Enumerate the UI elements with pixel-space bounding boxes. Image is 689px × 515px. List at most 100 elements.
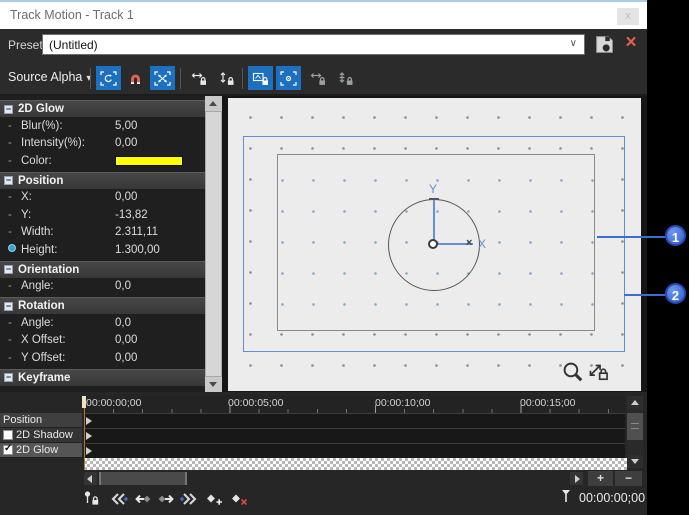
lock-vertical-aspect-button[interactable] — [214, 66, 239, 90]
property-value[interactable]: 0,00 — [115, 334, 137, 346]
sync-cursor-button[interactable] — [82, 490, 104, 508]
close-window-button[interactable]: x — [617, 8, 639, 25]
time-ruler[interactable]: 00:00:00;0000:00:05;0000:00:10;0000:00:1… — [84, 396, 625, 413]
property-row[interactable]: Angle: 0,0 — [0, 314, 205, 332]
scrollbar-thumb[interactable] — [205, 111, 222, 377]
property-row[interactable]: X Offset: 0,00 — [0, 332, 205, 350]
track-enable-checkbox[interactable] — [3, 445, 13, 455]
timeline-track-label[interactable]: Position — [0, 413, 82, 428]
scroll-down-button[interactable] — [205, 377, 222, 392]
property-row[interactable]: 2D Glow — [0, 100, 205, 117]
property-row[interactable]: Height: 1.300,00 — [0, 241, 205, 259]
keyframe-marker-icon[interactable] — [86, 417, 92, 425]
collapse-icon[interactable] — [4, 265, 13, 274]
property-row[interactable]: Y: -13,82 — [0, 206, 205, 224]
scroll-right-button[interactable] — [570, 472, 583, 485]
keyframe-row[interactable] — [84, 443, 625, 458]
lock-horizontal-aspect-button[interactable] — [186, 66, 211, 90]
collapse-icon[interactable] — [4, 176, 13, 185]
insert-keyframe-button[interactable] — [202, 490, 224, 508]
property-row[interactable]: Orientation — [0, 261, 205, 278]
arrow-right-diamond-icon — [157, 492, 175, 506]
prevent-vertical-movement-button[interactable] — [333, 66, 358, 90]
scroll-left-button[interactable] — [84, 472, 97, 485]
properties-scrollbar[interactable] — [205, 96, 222, 392]
property-row[interactable]: Keyframe — [0, 369, 205, 386]
timeline-track-label[interactable]: 2D Glow — [0, 443, 82, 458]
property-value[interactable]: 1.300,00 — [115, 244, 160, 256]
keyframe-row[interactable] — [84, 413, 625, 428]
keyframe-rows[interactable] — [84, 413, 625, 458]
property-row[interactable]: Intensity(%): 0,00 — [0, 135, 205, 153]
property-value[interactable]: 2.311,11 — [115, 226, 158, 238]
titlebar: Track Motion - Track 1 x — [0, 2, 647, 29]
property-value[interactable]: 0,00 — [115, 352, 137, 364]
keyframe-marker-icon[interactable] — [86, 432, 92, 440]
chevron-down-icon[interactable] — [570, 38, 577, 49]
property-row[interactable]: Width: 2.311,11 — [0, 224, 205, 242]
property-value[interactable]: 0,0 — [115, 280, 131, 292]
property-value[interactable]: 5,00 — [115, 120, 137, 132]
edit-in-object-space-button[interactable] — [150, 66, 175, 90]
motion-canvas[interactable]: Y X — [228, 98, 641, 391]
x-axis-handle-icon[interactable] — [466, 237, 472, 249]
preset-combobox[interactable]: (Untitled) — [42, 34, 585, 55]
collapse-icon[interactable] — [4, 373, 13, 382]
zoom-in-time-button[interactable] — [588, 471, 613, 486]
arrow-up-icon — [631, 400, 639, 405]
last-keyframe-button[interactable] — [178, 490, 200, 508]
scroll-down-button[interactable] — [627, 455, 643, 468]
prevent-horizontal-movement-button[interactable] — [305, 66, 330, 90]
y-axis-line[interactable] — [433, 199, 435, 244]
next-keyframe-button[interactable] — [155, 490, 177, 508]
timeline-track-label[interactable]: 2D Shadow — [0, 428, 82, 443]
delete-keyframe-button[interactable] — [227, 490, 249, 508]
property-value[interactable]: 0,00 — [115, 137, 137, 149]
ruler-timecode: 00:00:15;00 — [520, 397, 575, 409]
property-bullet-icon — [8, 191, 21, 203]
save-preset-button[interactable] — [594, 34, 616, 56]
edit-lock-button[interactable] — [586, 360, 610, 387]
property-value[interactable]: -13,82 — [115, 209, 148, 221]
property-bullet-icon — [8, 280, 21, 292]
timeline-cursor-head[interactable] — [82, 396, 86, 408]
property-row[interactable]: Blur(%): 5,00 — [0, 117, 205, 135]
property-row[interactable]: Position — [0, 172, 205, 189]
zoom-out-time-button[interactable] — [615, 471, 642, 486]
property-row[interactable]: Rotation — [0, 297, 205, 314]
callout-badge-2: 2 — [665, 283, 686, 304]
property-row[interactable]: Angle: 0,0 — [0, 278, 205, 296]
keyframe-row[interactable] — [84, 428, 625, 443]
property-row[interactable]: X: 0,00 — [0, 189, 205, 207]
enable-rotation-button[interactable] — [96, 66, 121, 90]
color-swatch[interactable] — [115, 156, 183, 166]
scroll-up-button[interactable] — [627, 396, 643, 409]
pin-lock-icon — [83, 490, 103, 508]
collapse-icon[interactable] — [4, 302, 13, 311]
property-bullet-icon — [8, 226, 21, 238]
property-value[interactable]: 0,00 — [115, 191, 137, 203]
frame-lock-icon — [252, 71, 270, 86]
keyframe-marker-icon[interactable] — [86, 447, 92, 455]
track-name: 2D Glow — [16, 444, 58, 456]
source-alpha-dropdown[interactable]: Source Alpha — [8, 70, 91, 84]
property-label: Blur(%): — [21, 120, 63, 132]
vertical-scrollbar-thumb[interactable] — [627, 413, 643, 440]
prevent-scaling-button[interactable] — [276, 66, 301, 90]
collapse-icon[interactable] — [4, 105, 13, 114]
origin-handle[interactable] — [428, 239, 438, 249]
track-enable-checkbox[interactable] — [3, 430, 13, 440]
zoom-tool-button[interactable] — [562, 361, 584, 388]
horizontal-scrollbar-thumb[interactable] — [99, 472, 187, 485]
previous-keyframe-button[interactable] — [132, 490, 154, 508]
prevent-movement-button[interactable] — [248, 66, 273, 90]
enable-snapping-button[interactable] — [123, 66, 148, 90]
property-value[interactable]: 0,0 — [115, 317, 131, 329]
first-keyframe-button[interactable] — [108, 490, 130, 508]
delete-preset-button[interactable] — [619, 31, 643, 55]
property-row[interactable]: Y Offset: 0,00 — [0, 349, 205, 367]
property-row[interactable]: Color: — [0, 152, 205, 170]
scroll-up-button[interactable] — [205, 96, 222, 111]
toolbar-separator — [180, 68, 181, 89]
property-label: Angle: — [21, 317, 54, 329]
